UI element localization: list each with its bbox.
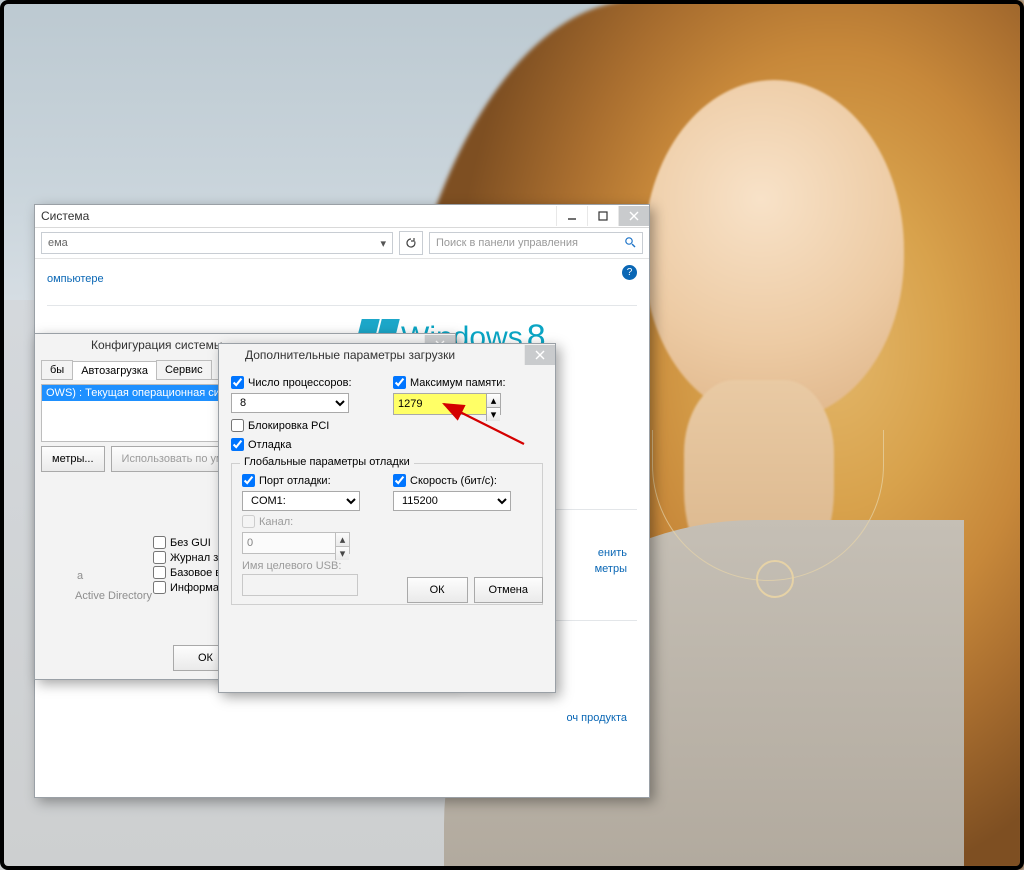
- boot-titlebar[interactable]: Дополнительные параметры загрузки: [219, 344, 555, 366]
- spin-up-icon: ▴: [335, 533, 349, 546]
- boot-title: Дополнительные параметры загрузки: [225, 348, 455, 362]
- debug-group-legend: Глобальные параметры отладки: [240, 456, 414, 468]
- ok-button[interactable]: ОК: [407, 577, 468, 603]
- right-link-3[interactable]: оч продукта: [567, 712, 628, 724]
- maxmem-input[interactable]: [394, 394, 486, 414]
- ad-label: Active Directory: [75, 590, 152, 602]
- baud-checkbox[interactable]: Скорость (бит/с):: [393, 474, 532, 487]
- msconfig-title: Конфигурация системы: [41, 338, 222, 352]
- debugport-checkbox[interactable]: Порт отладки:: [242, 474, 381, 487]
- minimize-button[interactable]: [556, 206, 587, 226]
- search-placeholder: Поиск в панели управления: [436, 237, 578, 249]
- right-link-1[interactable]: енить: [598, 547, 627, 559]
- boot-advanced-dialog: Дополнительные параметры загрузки Число …: [218, 343, 556, 693]
- refresh-button[interactable]: [399, 231, 423, 255]
- address-bar[interactable]: ема ▾: [41, 232, 393, 254]
- pcilock-checkbox[interactable]: Блокировка PCI: [231, 419, 543, 432]
- advanced-options-button[interactable]: метры...: [41, 446, 105, 472]
- letter-a: а: [77, 570, 83, 582]
- debugport-select[interactable]: COM1:: [242, 491, 360, 511]
- maximize-button[interactable]: [587, 206, 618, 226]
- system-toolbar: ема ▾ Поиск в панели управления: [35, 228, 649, 259]
- spin-up-icon[interactable]: ▴: [486, 394, 500, 407]
- address-value: ема: [48, 237, 68, 249]
- channel-spinner: ▴▾: [242, 532, 350, 554]
- tab-services[interactable]: бы: [41, 360, 73, 379]
- close-button[interactable]: [524, 345, 555, 365]
- debug-checkbox[interactable]: Отладка: [231, 438, 543, 451]
- tab-boot[interactable]: Автозагрузка: [72, 361, 157, 380]
- usb-label: Имя целевого USB:: [242, 560, 532, 572]
- baud-select[interactable]: 115200: [393, 491, 511, 511]
- boot-content: Число процессоров: Максимум памяти: 8 ▴▾…: [219, 366, 555, 613]
- usb-input: [242, 574, 358, 596]
- maxmem-spinner[interactable]: ▴▾: [393, 393, 501, 415]
- system-title: Система: [41, 209, 89, 223]
- maxmem-checkbox[interactable]: Максимум памяти:: [393, 376, 543, 389]
- search-icon: [624, 236, 636, 251]
- search-input[interactable]: Поиск в панели управления: [429, 232, 643, 254]
- cancel-button[interactable]: Отмена: [474, 577, 543, 603]
- numproc-checkbox[interactable]: Число процессоров:: [231, 376, 381, 389]
- close-button[interactable]: [618, 206, 649, 226]
- computer-link[interactable]: омпьютере: [47, 273, 104, 285]
- system-titlebar[interactable]: Система: [35, 205, 649, 228]
- right-link-2[interactable]: метры: [595, 563, 627, 575]
- help-icon[interactable]: ?: [622, 265, 637, 280]
- numproc-select[interactable]: 8: [231, 393, 349, 413]
- spin-down-icon: ▾: [335, 546, 349, 560]
- channel-input: [243, 533, 335, 553]
- tab-tools[interactable]: Сервис: [156, 360, 212, 379]
- channel-checkbox: Канал:: [242, 515, 532, 528]
- stage: Система ема ▾ Поиск в панели управления: [0, 0, 1024, 870]
- chevron-down-icon[interactable]: ▾: [380, 237, 386, 250]
